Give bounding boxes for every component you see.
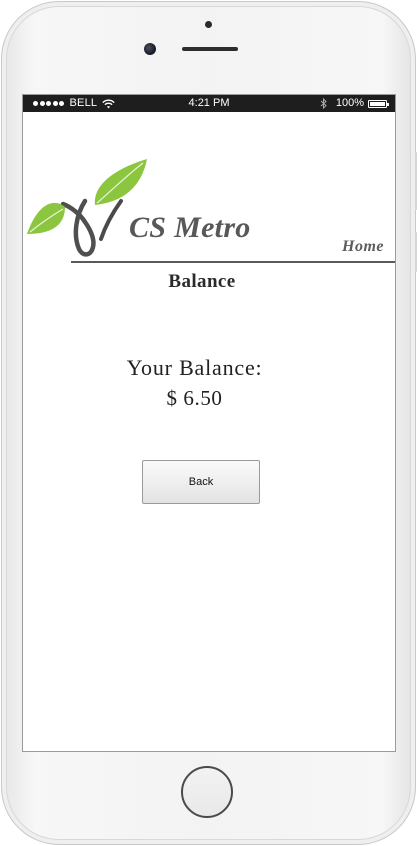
status-bar: BELL 4:21 PM 100% (23, 95, 395, 112)
app-screen: BELL 4:21 PM 100% CS Metro Home Balance … (22, 94, 396, 752)
proximity-sensor (205, 21, 212, 28)
back-button[interactable]: Back (142, 460, 260, 504)
front-camera (144, 43, 156, 55)
phone-frame: BELL 4:21 PM 100% CS Metro Home Balance … (1, 1, 417, 845)
home-link[interactable]: Home (342, 238, 384, 256)
bluetooth-icon (320, 98, 327, 109)
status-right-group: 100% (320, 95, 389, 112)
earpiece-speaker (182, 47, 238, 51)
battery-icon (368, 99, 389, 108)
balance-label: Your Balance: (126, 355, 263, 380)
header-divider (71, 261, 395, 263)
battery-percent: 100% (335, 97, 364, 109)
page-title: Balance (168, 271, 236, 292)
home-button[interactable] (181, 766, 233, 818)
brand-name: CS Metro (129, 211, 251, 244)
balance-value: $ 6.50 (166, 386, 223, 410)
